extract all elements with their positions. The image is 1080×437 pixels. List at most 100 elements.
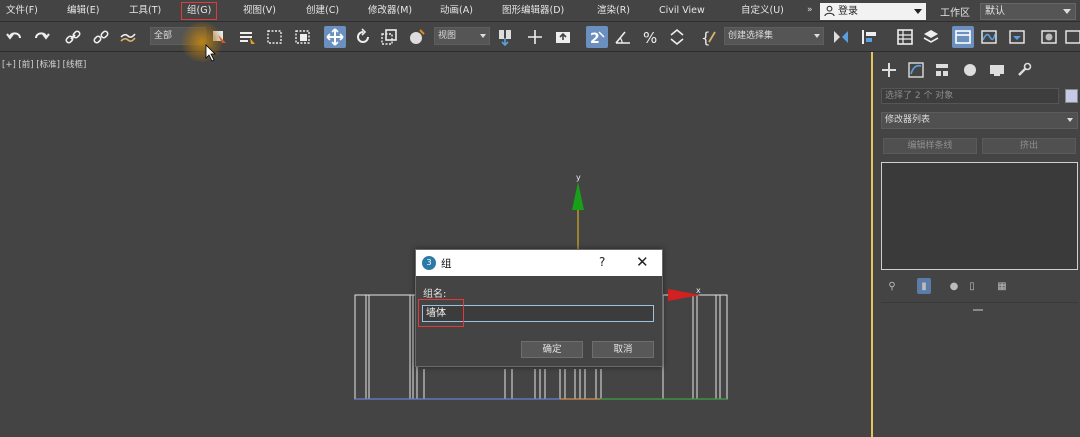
select-rotate-icon[interactable] (352, 26, 374, 48)
dialog-titlebar[interactable]: 3 组 ? ✕ (416, 250, 662, 276)
user-icon (824, 5, 835, 17)
gizmo-y-label: y (576, 173, 581, 182)
remove-modifier-icon[interactable]: ▯ (965, 278, 979, 294)
wall-wireframe-left (354, 294, 425, 400)
cursor-highlight (180, 22, 224, 62)
chevron-down-icon (814, 34, 820, 38)
select-scale-icon[interactable] (378, 26, 400, 48)
place-icon[interactable] (406, 26, 428, 48)
layer-explorer-icon[interactable] (920, 26, 942, 48)
edit-spline-button[interactable]: 编辑样条线 (883, 138, 977, 154)
utilities-tab-icon[interactable] (1014, 60, 1034, 80)
extrude-button[interactable]: 挤出 (982, 138, 1076, 154)
select-by-name-icon[interactable] (236, 26, 258, 48)
command-panel-tabs (875, 58, 1080, 82)
menu-customize[interactable]: 自定义(U) (741, 3, 784, 19)
scene-wireframe: y x (354, 173, 728, 400)
modify-tab-icon[interactable] (906, 60, 926, 80)
hierarchy-tab-icon[interactable] (932, 60, 952, 80)
object-color-swatch[interactable] (1065, 89, 1078, 103)
menu-file[interactable]: 文件(F) (6, 3, 38, 19)
chevron-down-icon (914, 9, 922, 14)
spinner-snap-icon[interactable] (666, 26, 688, 48)
named-selection-value: 创建选择集 (728, 31, 774, 41)
schematic-view-icon[interactable] (1006, 26, 1028, 48)
make-unique-icon[interactable]: ● (947, 278, 961, 294)
menu-civil-view[interactable]: Civil View (659, 3, 705, 19)
keyboard-shortcut-icon[interactable] (552, 26, 574, 48)
unlink-icon[interactable] (90, 26, 112, 48)
stack-toolbar: ⚲ ▮ ● ▯ ▦ (881, 276, 1078, 296)
select-manipulate-icon[interactable] (524, 26, 546, 48)
menu-views[interactable]: 视图(V) (243, 3, 276, 19)
mirror-icon[interactable] (830, 26, 852, 48)
svg-text:{: { (701, 29, 711, 46)
svg-text:2: 2 (590, 31, 600, 46)
panel-grip[interactable] (973, 309, 983, 311)
align-icon[interactable] (858, 26, 880, 48)
redo-icon[interactable] (30, 26, 52, 48)
group-dialog: 3 组 ? ✕ 组名: 墙体 确定 取消 (415, 249, 663, 367)
object-name-field[interactable]: 选择了 2 个 对象 (881, 88, 1059, 104)
cancel-button[interactable]: 取消 (592, 341, 654, 358)
group-name-label: 组名: (423, 289, 447, 300)
menu-overflow-icon[interactable]: » (807, 5, 813, 15)
menu-create[interactable]: 创建(C) (306, 3, 339, 19)
render-setup-icon[interactable] (1062, 26, 1080, 48)
close-icon[interactable]: ✕ (636, 253, 649, 271)
app-3dsmax-icon: 3 (422, 256, 436, 270)
gizmo-y-arrow (572, 182, 584, 210)
motion-tab-icon[interactable] (960, 60, 980, 80)
percent-snap-icon[interactable]: % (640, 26, 662, 48)
angle-snap-icon[interactable] (612, 26, 634, 48)
show-end-result-icon[interactable]: ▮ (917, 278, 931, 294)
named-selection-dropdown[interactable]: 创建选择集 (724, 27, 824, 45)
help-icon[interactable]: ? (599, 255, 605, 269)
login-label: 登录 (838, 6, 858, 17)
login-dropdown[interactable]: 登录 (820, 3, 926, 20)
edit-named-sets-icon[interactable]: { (698, 26, 720, 48)
svg-text:%: % (643, 29, 657, 46)
workspace-value: 默认 (985, 6, 1005, 17)
ref-coord-dropdown[interactable]: 视图 (434, 27, 490, 45)
display-tab-icon[interactable] (987, 60, 1007, 80)
menu-bar: 文件(F) 编辑(E) 工具(T) 组(G) 视图(V) 创建(C) 修改器(M… (0, 0, 1080, 22)
material-editor-icon[interactable] (1038, 26, 1060, 48)
menu-group[interactable]: 组(G) (180, 2, 218, 20)
curve-editor-icon[interactable] (978, 26, 1000, 48)
window-crossing-icon[interactable] (292, 26, 314, 48)
select-move-icon[interactable] (324, 26, 346, 48)
main-toolbar: 全部 视图 2 % { 创建选择集 (0, 22, 1080, 52)
menu-modifiers[interactable]: 修改器(M) (368, 3, 412, 19)
workspace-select[interactable]: 默认 (980, 3, 1076, 20)
menu-rendering[interactable]: 渲染(R) (597, 3, 630, 19)
bind-spacewarp-icon[interactable] (117, 26, 139, 48)
gizmo-x-label: x (696, 286, 701, 295)
undo-icon[interactable] (4, 26, 26, 48)
ok-button[interactable]: 确定 (521, 341, 583, 358)
configure-sets-icon[interactable]: ▦ (995, 278, 1009, 294)
modifier-list-dropdown[interactable]: 修改器列表 (881, 112, 1078, 129)
workspace-label: 工作区 (940, 8, 970, 19)
chevron-down-icon (480, 34, 486, 38)
viewport-front[interactable]: [+] [前] [标准] [线框] y x (0, 52, 873, 437)
menu-tools[interactable]: 工具(T) (129, 3, 161, 19)
annotation-highlight-box (418, 299, 464, 327)
dialog-title: 组 (441, 258, 452, 270)
create-tab-icon[interactable] (879, 60, 899, 80)
chevron-down-icon (1067, 118, 1073, 122)
panel-divider (881, 302, 1078, 303)
rect-region-icon[interactable] (264, 26, 286, 48)
command-panel: 选择了 2 个 对象 修改器列表 编辑样条线 挤出 ⚲ ▮ ● ▯ ▦ (875, 52, 1080, 437)
menu-edit[interactable]: 编辑(E) (67, 3, 99, 19)
snap-2d-icon[interactable]: 2 (586, 26, 608, 48)
modifier-stack[interactable] (881, 162, 1078, 270)
wall-wireframe-right (662, 294, 728, 400)
pivot-icon[interactable] (494, 26, 516, 48)
menu-graph-editors[interactable]: 图形编辑器(D) (502, 3, 564, 19)
ribbon-icon[interactable] (952, 26, 974, 48)
scene-explorer-icon[interactable] (894, 26, 916, 48)
menu-animation[interactable]: 动画(A) (440, 3, 473, 19)
link-icon[interactable] (62, 26, 84, 48)
pin-stack-icon[interactable]: ⚲ (885, 278, 899, 294)
